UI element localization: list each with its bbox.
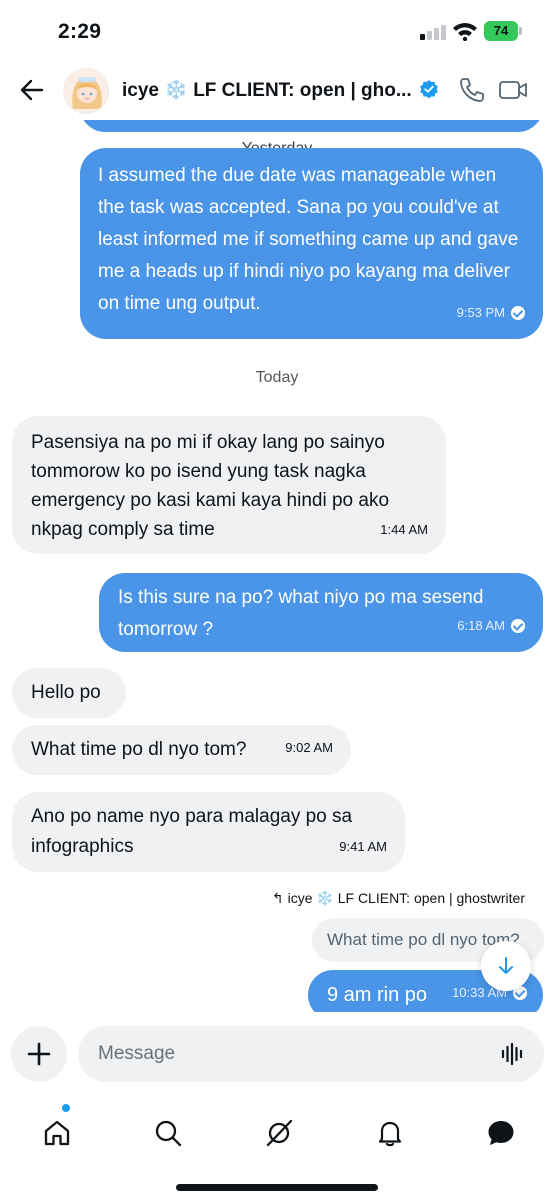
tab-messages[interactable] bbox=[473, 1108, 529, 1160]
message-meta: 9:02 AM bbox=[285, 732, 333, 764]
tab-grok[interactable] bbox=[251, 1108, 307, 1160]
home-icon bbox=[44, 1120, 70, 1146]
arrow-down-icon bbox=[499, 957, 513, 974]
message-composer bbox=[0, 1012, 555, 1100]
reply-reference-label: icye ❄️ LF CLIENT: open | ghostwriter bbox=[287, 890, 525, 906]
message-bubble-incoming[interactable]: Pasensiya na po mi if okay lang po sainy… bbox=[12, 416, 446, 554]
message-time: 6:18 AM bbox=[457, 618, 505, 633]
scroll-to-bottom-button[interactable] bbox=[481, 941, 531, 991]
grok-icon bbox=[266, 1119, 293, 1147]
read-check-icon bbox=[511, 306, 525, 320]
conversation-header: icye ❄️ LF CLIENT: open | gho... bbox=[0, 62, 555, 120]
add-attachment-button[interactable] bbox=[11, 1026, 67, 1082]
avatar-image bbox=[64, 69, 108, 113]
voice-icon[interactable] bbox=[499, 1040, 527, 1068]
message-meta: 9:41 AM bbox=[339, 832, 387, 862]
avatar[interactable] bbox=[63, 68, 109, 114]
phone-icon[interactable] bbox=[458, 76, 486, 104]
message-meta: 9:53 PM bbox=[457, 297, 525, 329]
message-time: 1:44 AM bbox=[380, 522, 428, 537]
message-text: Hello po bbox=[31, 682, 101, 703]
message-bubble-outgoing[interactable]: I assumed the due date was manageable wh… bbox=[80, 148, 543, 339]
date-divider-today: Today bbox=[255, 369, 299, 386]
video-icon[interactable] bbox=[498, 77, 528, 103]
message-bubble-incoming[interactable]: What time po dl nyo tom? 9:02 AM bbox=[12, 725, 351, 775]
tab-notifications[interactable] bbox=[362, 1108, 418, 1160]
message-time: 9:53 PM bbox=[456, 305, 505, 320]
message-time: 9:41 AM bbox=[339, 839, 387, 854]
search-icon bbox=[155, 1120, 182, 1147]
notification-dot bbox=[62, 1104, 70, 1112]
message-text: I assumed the due date was manageable wh… bbox=[98, 165, 519, 314]
messages-icon bbox=[488, 1121, 514, 1145]
message-meta: 1:44 AM bbox=[380, 515, 428, 544]
message-bubble-incoming[interactable]: Hello po bbox=[12, 668, 126, 718]
message-meta: 6:18 AM bbox=[457, 610, 525, 642]
conversation-title[interactable]: icye ❄️ LF CLIENT: open | gho... bbox=[122, 78, 422, 102]
message-text: Ano po name nyo para malagay po sa infog… bbox=[31, 806, 353, 857]
verified-badge-icon bbox=[420, 80, 438, 99]
message-input[interactable] bbox=[98, 1038, 478, 1070]
tab-home[interactable] bbox=[29, 1108, 85, 1160]
message-bubble-outgoing[interactable]: Is this sure na po? what niyo po ma sese… bbox=[99, 573, 543, 652]
tab-search[interactable] bbox=[140, 1108, 196, 1160]
message-input-container[interactable] bbox=[78, 1026, 544, 1082]
plus-icon bbox=[27, 1042, 51, 1066]
read-check-icon bbox=[511, 619, 525, 633]
message-bubble-incoming[interactable]: Ano po name nyo para malagay po sa infog… bbox=[12, 792, 405, 872]
home-indicator bbox=[176, 1184, 378, 1191]
message-text: Pasensiya na po mi if okay lang po sainy… bbox=[31, 432, 390, 540]
reply-arrow-icon: ↰ bbox=[271, 890, 284, 906]
back-arrow-icon[interactable] bbox=[18, 76, 46, 104]
reply-reference: ↰ icye ❄️ LF CLIENT: open | ghostwriter bbox=[272, 890, 525, 907]
message-time: 9:02 AM bbox=[285, 740, 333, 755]
bell-icon bbox=[378, 1121, 402, 1147]
